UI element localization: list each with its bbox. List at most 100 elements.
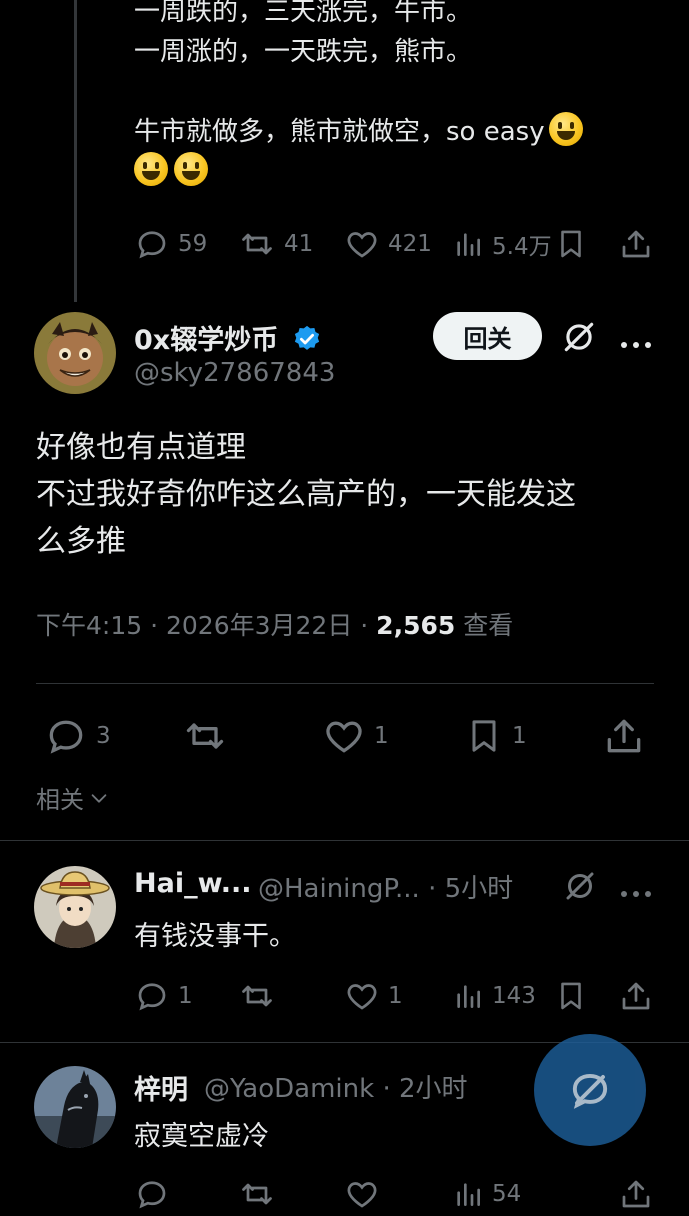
share-button[interactable] bbox=[602, 714, 646, 758]
retweet-button[interactable]: 41 bbox=[238, 226, 313, 262]
tweet-line: 好像也有点道理 bbox=[36, 430, 246, 465]
tweet-line: 么多推 bbox=[36, 524, 126, 559]
heart-icon bbox=[347, 232, 377, 258]
reply-count: 1 bbox=[178, 983, 193, 1009]
retweet-icon bbox=[242, 985, 272, 1007]
chevron-down-icon bbox=[91, 793, 107, 803]
views-button[interactable]: 143 bbox=[452, 978, 536, 1014]
reply-icon bbox=[138, 231, 166, 259]
main-tweet-text: 好像也有点道理 不过我好奇你咋这么高产的，一天能发这 么多推 bbox=[36, 424, 666, 565]
reply-text: 寂寞空虚冷 bbox=[134, 1121, 269, 1152]
user-handle-time[interactable]: @HainingP... · 5小时 bbox=[258, 868, 513, 905]
prev-tweet-line: 一周涨的，一天跌完，熊市。 bbox=[134, 37, 473, 67]
reply-count: 3 bbox=[96, 723, 111, 749]
horse-avatar-icon bbox=[34, 1066, 116, 1148]
share-icon bbox=[622, 982, 650, 1010]
views-chart-icon bbox=[457, 985, 480, 1008]
follow-back-button[interactable]: 回关 bbox=[433, 312, 542, 360]
avatar[interactable] bbox=[34, 866, 116, 948]
like-button[interactable]: 1 bbox=[322, 714, 389, 758]
reply-text: 有钱没事干。 bbox=[134, 921, 296, 952]
divider bbox=[36, 683, 654, 684]
reply-icon bbox=[49, 720, 83, 754]
main-tweet-actions: 3 1 1 bbox=[0, 714, 689, 758]
tweet-timestamp[interactable]: 下午4:15 · 2026年3月22日 · 2,565 查看 bbox=[36, 606, 513, 642]
timestamp-text: 下午4:15 · 2026年3月22日 · bbox=[36, 611, 377, 640]
views-button[interactable]: 54 bbox=[452, 1176, 521, 1212]
prev-tweet-text: 一周跌的，三天涨完，牛市。 一周涨的，一天跌完，熊市。 牛市就做多，熊市就做空，… bbox=[134, 0, 654, 192]
prev-tweet-line bbox=[134, 72, 654, 112]
heart-icon bbox=[347, 1182, 377, 1208]
prev-tweet-line: 牛市就做多，熊市就做空，so easy bbox=[134, 117, 545, 147]
reply-count: 59 bbox=[178, 231, 208, 257]
reply-actions: 54 bbox=[0, 1176, 689, 1216]
like-count: 1 bbox=[388, 983, 403, 1009]
reply-icon bbox=[138, 983, 166, 1011]
views-button[interactable]: 5.4万 bbox=[452, 226, 552, 262]
reply-actions: 1 1 143 bbox=[0, 978, 689, 1018]
share-button[interactable] bbox=[618, 1176, 654, 1212]
reply-icon bbox=[138, 1181, 166, 1209]
more-options-icon[interactable] bbox=[620, 883, 652, 902]
grinning-face-emoji-icon bbox=[548, 112, 583, 146]
views-count: 54 bbox=[492, 1181, 522, 1207]
bookmark-icon bbox=[561, 230, 581, 258]
display-name[interactable]: 梓明 bbox=[134, 1068, 188, 1107]
share-icon bbox=[622, 1180, 650, 1208]
like-button[interactable] bbox=[344, 1176, 380, 1212]
heart-icon bbox=[347, 984, 377, 1010]
reply-button[interactable]: 59 bbox=[134, 226, 207, 262]
bookmark-count: 1 bbox=[512, 723, 527, 749]
verified-badge-icon bbox=[294, 325, 319, 350]
like-count: 421 bbox=[388, 231, 432, 257]
retweet-button[interactable] bbox=[238, 1176, 276, 1212]
avatar[interactable] bbox=[34, 1066, 116, 1148]
avatar[interactable] bbox=[34, 312, 116, 394]
views-chart-icon bbox=[457, 1183, 480, 1206]
cartoon-character-avatar-icon bbox=[34, 312, 116, 394]
view-count: 2,565 bbox=[376, 611, 456, 640]
more-options-icon[interactable] bbox=[620, 334, 652, 353]
reply-plus-icon bbox=[572, 1073, 608, 1109]
share-icon bbox=[607, 719, 641, 753]
retweet-icon bbox=[186, 723, 224, 749]
grinning-face-emoji-icon bbox=[134, 152, 168, 186]
bookmark-icon bbox=[472, 720, 496, 752]
related-label: 相关 bbox=[36, 786, 84, 814]
user-handle[interactable]: @sky27867843 bbox=[134, 358, 335, 388]
related-dropdown[interactable]: 相关 bbox=[36, 780, 110, 815]
retweet-button[interactable] bbox=[238, 978, 276, 1014]
like-count: 1 bbox=[374, 723, 389, 749]
bookmark-icon bbox=[561, 982, 581, 1010]
tweet-line: 不过我好奇你咋这么高产的，一天能发这 bbox=[36, 477, 576, 512]
views-label: 查看 bbox=[455, 611, 514, 640]
like-button[interactable]: 421 bbox=[344, 226, 432, 262]
prev-tweet-actions: 59 41 421 5.4万 bbox=[0, 226, 689, 266]
retweet-icon bbox=[242, 1183, 272, 1205]
retweet-count: 41 bbox=[284, 231, 314, 257]
display-name[interactable]: 0x辍学炒币 bbox=[134, 318, 322, 357]
grok-icon[interactable] bbox=[562, 868, 598, 908]
bookmark-button[interactable] bbox=[554, 226, 588, 262]
reply-button[interactable] bbox=[134, 1176, 170, 1212]
user-handle-time[interactable]: @YaoDamink · 2小时 bbox=[204, 1068, 468, 1105]
views-chart-icon bbox=[457, 233, 480, 256]
share-button[interactable] bbox=[618, 978, 654, 1014]
divider bbox=[0, 840, 689, 841]
compose-reply-fab[interactable] bbox=[534, 1034, 646, 1146]
bookmark-button[interactable]: 1 bbox=[464, 714, 527, 758]
display-name[interactable]: Hai_w... bbox=[134, 868, 252, 899]
straw-hat-character-avatar-icon bbox=[34, 866, 116, 948]
share-button[interactable] bbox=[618, 226, 654, 262]
grinning-face-emoji-icon bbox=[174, 152, 208, 186]
reply-button[interactable]: 1 bbox=[134, 978, 193, 1014]
retweet-button[interactable] bbox=[182, 714, 228, 758]
prev-tweet-line: 一周跌的，三天涨完，牛市。 bbox=[134, 0, 473, 27]
retweet-icon bbox=[242, 233, 272, 255]
heart-icon bbox=[326, 721, 362, 753]
views-count: 5.4万 bbox=[492, 234, 552, 260]
bookmark-button[interactable] bbox=[554, 978, 588, 1014]
reply-button[interactable]: 3 bbox=[44, 714, 111, 758]
like-button[interactable]: 1 bbox=[344, 978, 403, 1014]
grok-icon[interactable] bbox=[560, 318, 598, 360]
